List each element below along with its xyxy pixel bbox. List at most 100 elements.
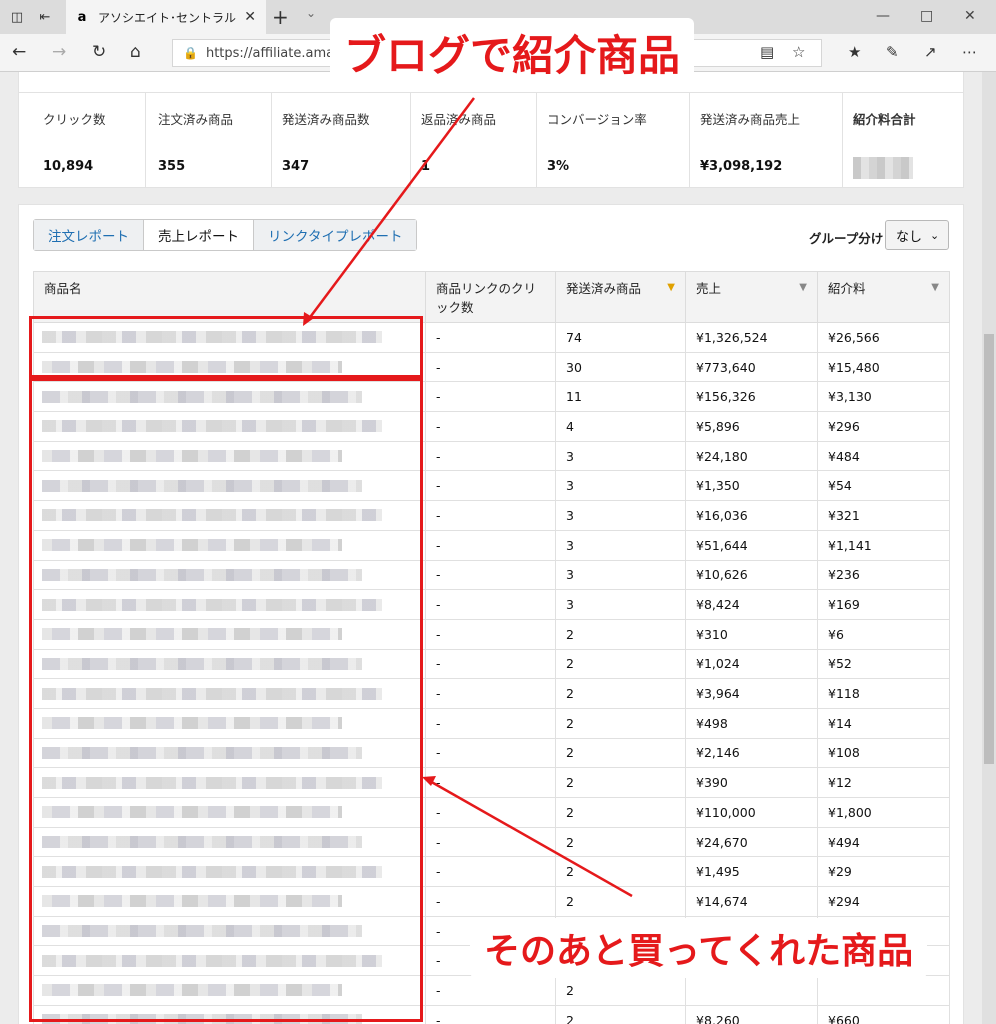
col-header-sales[interactable]: 売上 ▼ <box>685 271 818 323</box>
window-close-icon[interactable]: ✕ <box>964 8 976 24</box>
clicks-cell: - <box>425 1004 556 1024</box>
chevron-down-icon: ⌄ <box>930 228 940 242</box>
shipped-cell: 2 <box>555 975 686 1006</box>
table-header-row: 商品名 商品リンクのクリック数 発送済み商品 ▼ 売上 ▼ 紹介料 ▼ <box>33 271 950 323</box>
sales-cell: ¥2,146 <box>685 737 818 769</box>
metric-ordered: 注文済み商品 355 <box>146 93 272 187</box>
shipped-cell: 3 <box>555 470 686 502</box>
tab-order-report[interactable]: 注文レポート <box>34 220 144 250</box>
col-header-clicks[interactable]: 商品リンクのクリック数 <box>425 271 556 323</box>
sales-cell: ¥8,260 <box>685 1004 818 1024</box>
summary-metrics: クリック数 10,894 注文済み商品 355 発送済み商品数 347 返品済み… <box>18 92 964 188</box>
col-header-product[interactable]: 商品名 <box>33 271 426 323</box>
metric-shipped-sales: 発送済み商品売上 ¥3,098,192 <box>690 93 843 187</box>
clicks-cell: - <box>425 886 556 917</box>
metric-returned: 返品済み商品 1 <box>411 93 537 187</box>
vertical-scrollbar[interactable] <box>982 72 996 1024</box>
clicks-cell: - <box>425 826 556 858</box>
highlight-later-products <box>29 378 423 1022</box>
shipped-cell: 3 <box>555 559 686 591</box>
clicks-cell: - <box>425 648 556 680</box>
fee-cell: ¥1,141 <box>817 529 950 561</box>
clicks-cell: - <box>425 618 556 650</box>
fee-cell: ¥29 <box>817 856 950 888</box>
clicks-cell: - <box>425 767 556 798</box>
maximize-icon[interactable]: □ <box>920 8 933 24</box>
fee-cell: ¥54 <box>817 470 950 502</box>
fee-cell: ¥660 <box>817 1004 950 1024</box>
tab-list-icon[interactable]: ◫ <box>8 8 26 26</box>
sales-cell: ¥156,326 <box>685 381 818 413</box>
fee-cell: ¥12 <box>817 767 950 798</box>
shipped-cell: 3 <box>555 440 686 472</box>
shipped-cell: 2 <box>555 886 686 917</box>
minimize-icon[interactable]: — <box>876 8 890 24</box>
sales-cell: ¥498 <box>685 707 818 739</box>
back-icon[interactable]: ← <box>12 42 26 62</box>
new-tab-icon[interactable]: + <box>272 5 289 29</box>
tab-sales-report[interactable]: 売上レポート <box>144 220 254 250</box>
favorites-hub-icon[interactable]: ★ <box>848 43 861 61</box>
scrollbar-thumb[interactable] <box>984 334 994 764</box>
back-to-tabs-icon[interactable]: ⇤ <box>36 8 54 26</box>
col-header-shipped[interactable]: 発送済み商品 ▼ <box>555 271 686 323</box>
sales-cell: ¥1,495 <box>685 856 818 888</box>
sort-desc-icon: ▼ <box>667 282 675 293</box>
home-icon[interactable]: ⌂ <box>130 42 141 62</box>
clicks-cell: - <box>425 975 556 1006</box>
share-icon[interactable]: ↗ <box>924 43 937 61</box>
sales-cell: ¥773,640 <box>685 351 818 383</box>
pixelated-value <box>853 157 913 179</box>
sales-cell: ¥390 <box>685 767 818 798</box>
tab-title: アソシエイト･セントラル - レ <box>98 10 238 25</box>
sales-cell: ¥16,036 <box>685 500 818 531</box>
fee-cell: ¥169 <box>817 589 950 620</box>
clicks-cell: - <box>425 559 556 591</box>
shipped-cell: 4 <box>555 411 686 442</box>
shipped-cell: 3 <box>555 589 686 620</box>
shipped-cell: 74 <box>555 322 686 353</box>
metric-conversion: コンバージョン率 3% <box>537 93 690 187</box>
more-icon[interactable]: ⋯ <box>962 43 977 61</box>
sales-cell: ¥10,626 <box>685 559 818 591</box>
fee-cell: ¥1,800 <box>817 797 950 828</box>
sales-cell: ¥1,350 <box>685 470 818 502</box>
pen-icon[interactable]: ✎ <box>886 43 899 61</box>
group-by-label: グループ分け <box>809 231 884 246</box>
fee-cell: ¥3,130 <box>817 381 950 413</box>
shipped-cell: 2 <box>555 767 686 798</box>
clicks-cell: - <box>425 678 556 709</box>
shipped-cell: 2 <box>555 648 686 680</box>
clicks-cell: - <box>425 322 556 353</box>
sort-icon: ▼ <box>931 282 939 293</box>
favorite-star-icon[interactable]: ☆ <box>792 43 805 61</box>
fee-cell: ¥118 <box>817 678 950 709</box>
sales-cell <box>685 975 818 1006</box>
sales-cell: ¥1,024 <box>685 648 818 680</box>
forward-icon[interactable]: → <box>52 42 66 62</box>
metric-clicks: クリック数 10,894 <box>19 93 146 187</box>
url-text: https://affiliate.amaz <box>205 45 341 61</box>
fee-cell: ¥321 <box>817 500 950 531</box>
clicks-cell: - <box>425 737 556 769</box>
shipped-cell: 2 <box>555 1004 686 1024</box>
fee-cell <box>817 975 950 1006</box>
fee-cell: ¥484 <box>817 440 950 472</box>
close-icon[interactable]: ✕ <box>244 9 256 25</box>
col-header-fee[interactable]: 紹介料 ▼ <box>817 271 950 323</box>
shipped-cell: 2 <box>555 737 686 769</box>
clicks-cell: - <box>425 529 556 561</box>
sales-cell: ¥14,674 <box>685 886 818 917</box>
metric-shipped: 発送済み商品数 347 <box>272 93 411 187</box>
sales-cell: ¥310 <box>685 618 818 650</box>
tab-link-type-report[interactable]: リンクタイプレポート <box>254 220 417 250</box>
fee-cell: ¥296 <box>817 411 950 442</box>
sales-cell: ¥24,670 <box>685 826 818 858</box>
refresh-icon[interactable]: ↻ <box>92 42 106 62</box>
shipped-cell: 2 <box>555 707 686 739</box>
reading-view-icon[interactable]: ▤ <box>760 43 774 61</box>
clicks-cell: - <box>425 797 556 828</box>
group-by-select[interactable]: なし ⌄ <box>885 220 949 250</box>
chevron-down-icon[interactable]: ⌄ <box>306 6 316 20</box>
browser-tab[interactable]: a アソシエイト･セントラル - レ ✕ <box>66 0 266 34</box>
